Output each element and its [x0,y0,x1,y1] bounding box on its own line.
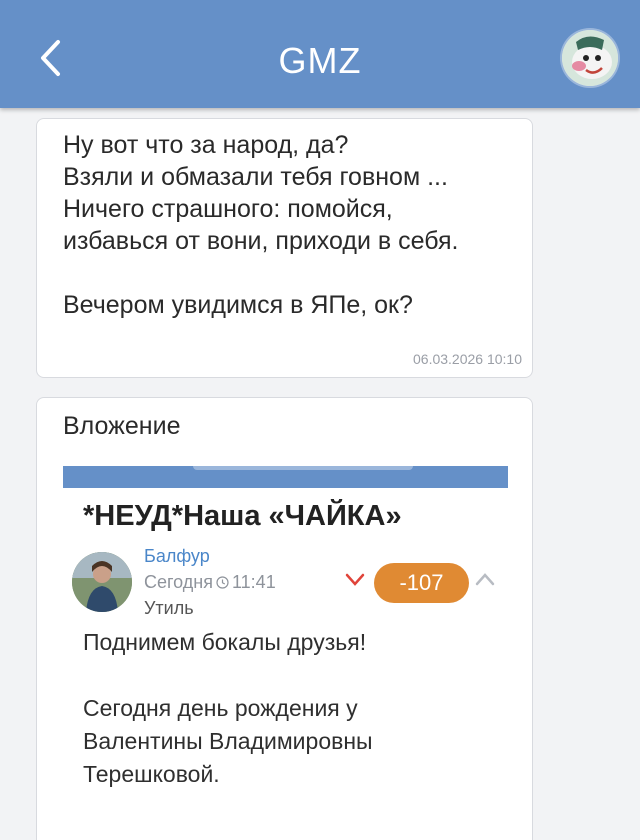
rating-badge: -107 [374,563,469,603]
post-time: 11:41 [232,572,276,592]
clock-icon [216,576,229,589]
message-timestamp: 06.03.2026 10:10 [413,351,522,367]
post-body: Поднимем бокалы друзья! Сегодня день рож… [83,629,373,787]
message-bubble: Ну вот что за народ, да? Взяли и обмазал… [36,118,533,378]
vote-up-button[interactable] [473,570,497,590]
avatar[interactable] [562,30,618,86]
message-text: Ну вот что за народ, да? Взяли и обмазал… [63,131,459,319]
cropped-header-content [193,466,413,470]
post-date-day: Сегодня [144,572,213,592]
person-photo-icon [72,552,132,612]
attachment-card[interactable]: Вложение *НЕУД*Наша «ЧАЙКА» Балфур Сегод… [36,397,533,840]
attachment-label: Вложение [63,412,181,440]
post-section: Утиль [144,598,194,618]
post-author[interactable]: Балфур [144,546,210,567]
post-date: Сегодня 11:41 [144,572,276,593]
cartoon-character-icon [562,30,618,86]
attachment-header-bar [63,466,508,488]
post-title: *НЕУД*Наша «ЧАЙКА» [83,500,402,532]
author-avatar [72,552,132,612]
page-title: GMZ [278,40,362,81]
vote-down-button[interactable] [343,570,367,590]
attachment-screenshot[interactable]: *НЕУД*Наша «ЧАЙКА» Балфур Сегодня 11:41 … [63,466,508,840]
app-header: GMZ [0,0,640,108]
chevron-up-icon [475,573,495,586]
chevron-down-icon [345,573,365,586]
